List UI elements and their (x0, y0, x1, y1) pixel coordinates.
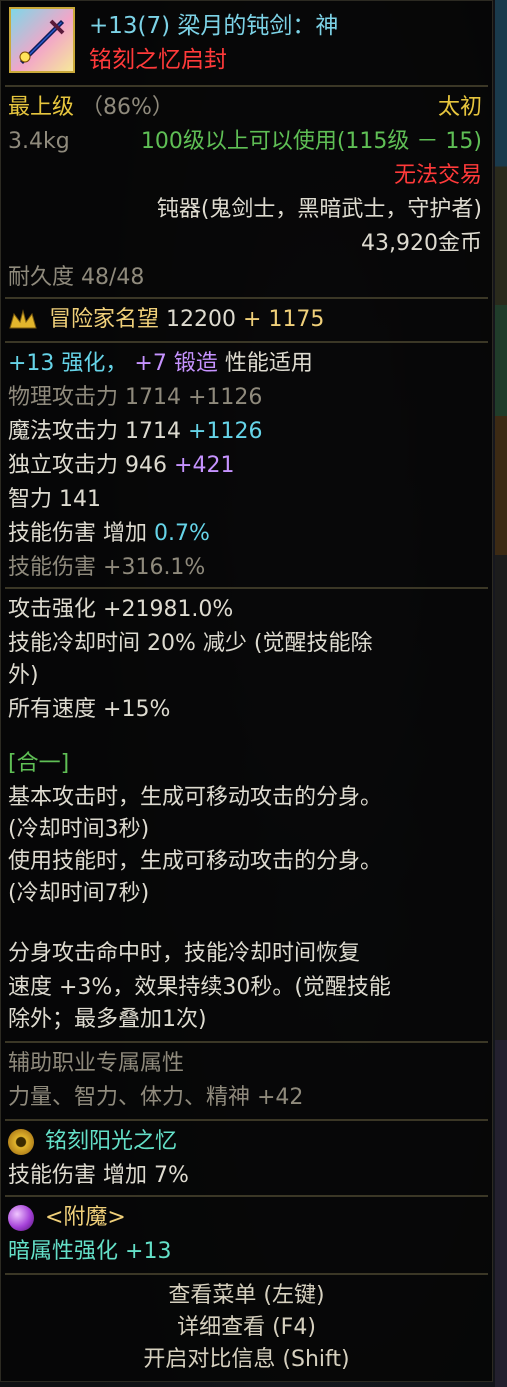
cooldown-label: 技能冷却时间 (8, 631, 141, 656)
support-title: 辅助职业专属属性 (8, 1051, 185, 1076)
skill-damage-increase-value: 0.7% (154, 521, 210, 546)
skill-damage-value: +316.1% (103, 555, 206, 580)
divider (5, 341, 488, 343)
fame-row: 冒险家名望 12200 + 1175 (8, 305, 482, 335)
divider (5, 1119, 488, 1121)
price: 43,920金币 (361, 231, 482, 256)
seal-status: 铭刻之忆启封 (89, 47, 227, 73)
set-line: 基本攻击时，生成可移动攻击的分身。 (8, 785, 383, 810)
menu-hint[interactable]: 查看菜单 (左键) (1, 1281, 492, 1311)
set-title: [合一] (8, 751, 70, 776)
durability: 耐久度 48/48 (8, 265, 145, 290)
magic-attack-bonus: +1126 (188, 419, 263, 444)
divider (5, 587, 488, 589)
set-line: (冷却时间3秒) (8, 817, 150, 842)
inscription-title: 铭刻阳光之忆 (45, 1129, 178, 1154)
physical-attack-value: 1714 +1126 (125, 385, 263, 410)
independent-attack-label: 独立攻击力 (8, 453, 119, 478)
divider (5, 1273, 488, 1275)
inscription-value: 7% (154, 1163, 189, 1188)
attack-boost-row: 攻击强化 +21981.0% (8, 595, 482, 625)
intelligence-value: 141 (59, 487, 102, 512)
weapon-icon (9, 7, 75, 73)
enchant-label: 暗属性强化 (8, 1239, 119, 1264)
enchant-value: +13 (125, 1239, 172, 1264)
speed-row: 所有速度 +15% (8, 695, 482, 725)
inscription-label: 技能伤害 增加 (8, 1163, 147, 1188)
item-title: +13(7) 梁月的钝剑：神 (89, 13, 339, 39)
forge-level: +7 锻造 (134, 351, 218, 376)
compare-hint[interactable]: 开启对比信息 (Shift) (1, 1345, 492, 1375)
side-inventory-strip (495, 0, 507, 1387)
trade-status: 无法交易 (393, 163, 482, 188)
independent-attack-value: 946 (125, 453, 168, 478)
intelligence-label: 智力 (8, 487, 53, 512)
support-value: 力量、智力、体力、精神 +42 (8, 1085, 304, 1110)
skill-damage-increase-label: 技能伤害 增加 (8, 521, 147, 546)
independent-attack-bonus: +421 (174, 453, 235, 478)
divider (5, 1041, 488, 1043)
attack-boost-label: 攻击强化 (8, 597, 97, 622)
cooldown-row: 技能冷却时间 20% 减少 (觉醒技能除 (8, 629, 482, 659)
fame-bonus: + 1175 (243, 307, 325, 332)
speed-label: 所有速度 (8, 697, 97, 722)
enchant-row: <附魔> (8, 1203, 482, 1233)
item-tooltip: +13(7) 梁月的钝剑：神 铭刻之忆启封 最上级 （86%） 太初 3.4kg… (0, 0, 493, 1382)
inscription-effect: 技能伤害 增加 7% (8, 1161, 482, 1191)
set-line: 除外；最多叠加1次) (8, 1007, 207, 1032)
independent-attack-row: 独立攻击力 946 +421 (8, 451, 482, 481)
set-line: (冷却时间7秒) (8, 881, 150, 906)
attack-boost-value: +21981.0% (103, 597, 234, 622)
enhance-row: +13 强化， +7 锻造 性能适用 (8, 349, 482, 379)
divider (5, 297, 488, 299)
cooldown-row-cont: 外) (8, 663, 39, 688)
detail-hint[interactable]: 详细查看 (F4) (1, 1313, 492, 1343)
inscription-row: 铭刻阳光之忆 (8, 1127, 482, 1157)
enchant-effect: 暗属性强化 +13 (8, 1237, 482, 1267)
weapon-type: 钝器(鬼剑士，黑暗武士，守护者) (156, 197, 482, 222)
level-requirement: 100级以上可以使用(115级 － 15) (140, 129, 482, 154)
magic-attack-row: 魔法攻击力 1714 +1126 (8, 417, 482, 447)
enhance-level: +13 强化， (8, 351, 128, 376)
crown-icon (9, 309, 37, 329)
physical-attack-row: 物理攻击力 1714 +1126 (8, 383, 482, 413)
cooldown-value: 20% 减少 (觉醒技能除 (147, 631, 373, 656)
gear-icon (8, 1129, 34, 1155)
speed-value: +15% (103, 697, 171, 722)
skill-damage-row: 技能伤害 +316.1% (8, 553, 482, 583)
rarity: 太初 (437, 95, 482, 120)
skill-damage-increase-row: 技能伤害 增加 0.7% (8, 519, 482, 549)
set-line: 速度 +3%，效果持续30秒。(觉醒技能 (8, 975, 391, 1000)
intelligence-row: 智力 141 (8, 485, 482, 515)
divider (5, 85, 488, 87)
performance-label: 性能适用 (224, 351, 313, 376)
magic-attack-value: 1714 (125, 419, 182, 444)
skill-damage-label: 技能伤害 (8, 555, 97, 580)
fame-label: 冒险家名望 (49, 307, 160, 332)
set-line: 使用技能时，生成可移动攻击的分身。 (8, 849, 383, 874)
magic-attack-label: 魔法攻击力 (8, 419, 119, 444)
enchant-title: <附魔> (45, 1205, 126, 1230)
physical-attack-label: 物理攻击力 (8, 385, 119, 410)
set-line: 分身攻击命中时，技能冷却时间恢复 (8, 941, 361, 966)
divider (5, 1195, 488, 1197)
fame-value: 12200 (166, 307, 237, 332)
orb-icon (8, 1205, 34, 1231)
